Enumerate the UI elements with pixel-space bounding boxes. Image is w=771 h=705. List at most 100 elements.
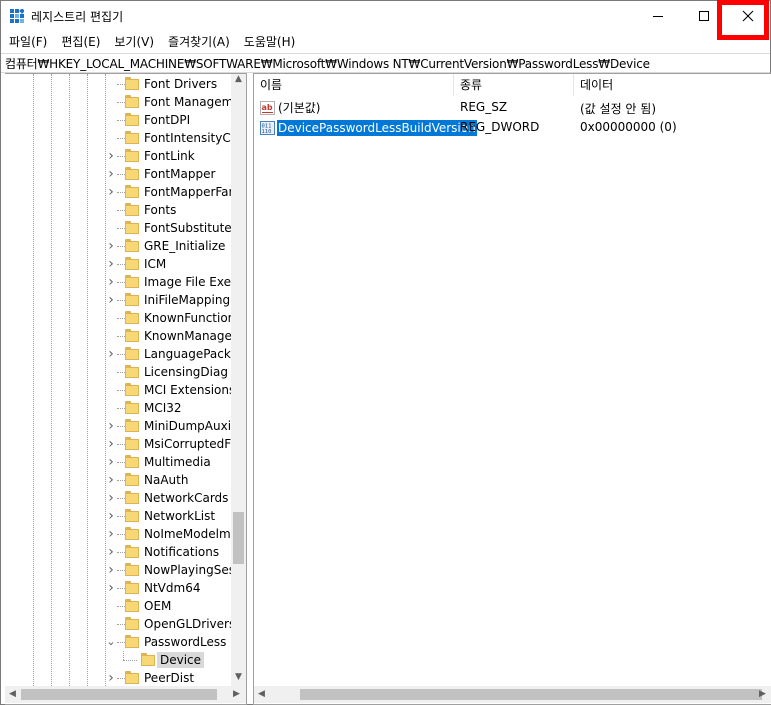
expand-chevron-icon[interactable]: › [105, 581, 117, 595]
address-path[interactable]: 컴퓨터₩HKEY_LOCAL_MACHINE₩SOFTWARE₩Microsof… [5, 55, 650, 72]
tree-item-label: OpenGLDrivers [144, 617, 231, 631]
expand-chevron-icon[interactable]: › [105, 293, 117, 307]
tree-item[interactable]: Device [5, 651, 231, 669]
folder-icon [125, 419, 139, 432]
expand-chevron-icon[interactable]: › [105, 527, 117, 541]
folder-icon [125, 275, 139, 288]
minimize-button[interactable] [635, 1, 681, 31]
tree-item-label: NoImeModelmes [144, 527, 231, 541]
scroll-right-arrow-icon[interactable]: ▶ [229, 689, 244, 699]
tree-vertical-scroll-thumb[interactable] [233, 512, 244, 564]
tree-item[interactable]: ⌄ PasswordLess [5, 633, 231, 651]
tree-item[interactable]: › PeerDist [5, 669, 231, 686]
expand-chevron-icon[interactable]: › [105, 275, 117, 289]
menu-edit[interactable]: 편집(E) [54, 32, 107, 52]
folder-icon [125, 113, 139, 126]
tree-item[interactable]: › NtVdm64 [5, 579, 231, 597]
tree-item[interactable]: › MiniDumpAuxilia [5, 417, 231, 435]
tree-item-label: MCI Extensions [144, 383, 231, 397]
expand-chevron-icon[interactable]: › [105, 167, 117, 181]
tree-item[interactable]: › Notifications [5, 543, 231, 561]
tree-item[interactable]: Font Drivers [5, 75, 231, 93]
tree-vertical-scrollbar[interactable]: ▲ ▼ [231, 74, 246, 686]
title-bar[interactable]: 레지스트리 편집기 [1, 0, 770, 40]
value-row-device-passwordless-build-version[interactable]: 011 110 DevicePasswordLessBuildVersion R… [254, 118, 771, 138]
expand-chevron-icon[interactable]: › [105, 437, 117, 451]
tree-item[interactable]: › FontLink [5, 147, 231, 165]
column-header-type[interactable]: 종류 [454, 74, 574, 96]
tree-item[interactable]: › IniFileMapping [5, 291, 231, 309]
tree-item[interactable]: OpenGLDrivers [5, 615, 231, 633]
tree-item[interactable]: › FontMapper [5, 165, 231, 183]
tree-horizontal-scroll-thumb[interactable] [21, 689, 217, 700]
tree-item[interactable]: › ICM [5, 255, 231, 273]
folder-icon [125, 491, 139, 504]
values-list-pane[interactable]: 이름 종류 데이터 ab (기본값) REG_SZ (값 설정 안 됨) 011… [253, 73, 771, 705]
tree-item[interactable]: › NowPlayingSessi [5, 561, 231, 579]
expand-chevron-icon[interactable]: › [105, 509, 117, 523]
values-horizontal-scroll-thumb[interactable] [300, 689, 762, 700]
tree-item[interactable]: › NetworkCards [5, 489, 231, 507]
tree-item[interactable]: › Image File Execu [5, 273, 231, 291]
tree-item[interactable]: FontSubstitutes [5, 219, 231, 237]
tree-item[interactable]: › NetworkList [5, 507, 231, 525]
tree-item[interactable]: OEM [5, 597, 231, 615]
key-tree-pane[interactable]: Font Drivers Font Managemen FontDPI FontInt… [5, 73, 247, 705]
tree-item[interactable]: › FontMapperFamil [5, 183, 231, 201]
scroll-up-arrow-icon[interactable]: ▲ [231, 74, 246, 84]
expand-chevron-icon[interactable]: › [105, 491, 117, 505]
menu-help[interactable]: 도움말(H) [237, 32, 303, 52]
key-tree[interactable]: Font Drivers Font Managemen FontDPI FontInt… [5, 74, 231, 686]
expand-chevron-icon[interactable]: › [105, 455, 117, 469]
expand-chevron-icon[interactable]: › [105, 563, 117, 577]
scroll-right-arrow-icon[interactable]: ▶ [755, 689, 770, 699]
tree-item[interactable]: › NoImeModelmes [5, 525, 231, 543]
expand-chevron-icon[interactable]: › [105, 473, 117, 487]
value-name-selected[interactable]: DevicePasswordLessBuildVersion [277, 120, 477, 136]
expand-chevron-icon[interactable]: › [105, 545, 117, 559]
tree-item[interactable]: KnownFunctionTa [5, 309, 231, 327]
expand-chevron-icon[interactable]: › [105, 257, 117, 271]
folder-icon [125, 149, 139, 162]
expand-chevron-icon[interactable]: › [105, 671, 117, 685]
tree-item-label-selected: Device [157, 652, 205, 668]
folder-icon [125, 77, 139, 90]
expand-chevron-icon[interactable]: › [105, 419, 117, 433]
tree-item[interactable]: Fonts [5, 201, 231, 219]
tree-item[interactable]: MCI Extensions [5, 381, 231, 399]
tree-item[interactable]: FontIntensityCorr [5, 129, 231, 147]
tree-item[interactable]: MCI32 [5, 399, 231, 417]
tree-item[interactable]: › MsiCorruptedFile [5, 435, 231, 453]
tree-item[interactable]: Font Managemen [5, 93, 231, 111]
value-row-default[interactable]: ab (기본값) REG_SZ (값 설정 안 됨) [254, 98, 771, 118]
expand-chevron-icon[interactable]: › [105, 185, 117, 199]
folder-icon [125, 581, 139, 594]
values-horizontal-scrollbar[interactable]: ◀ ▶ [254, 686, 771, 703]
collapse-chevron-icon[interactable]: ⌄ [105, 635, 117, 649]
tree-item-label: ICM [144, 257, 167, 271]
tree-connector-line [117, 624, 125, 625]
address-bar[interactable]: 컴퓨터₩HKEY_LOCAL_MACHINE₩SOFTWARE₩Microsof… [1, 53, 770, 73]
tree-item[interactable]: KnownManagedD [5, 327, 231, 345]
tree-horizontal-scrollbar[interactable]: ◀ ▶ [5, 686, 246, 703]
folder-icon [125, 329, 139, 342]
scroll-left-arrow-icon[interactable]: ◀ [254, 689, 269, 699]
tree-item[interactable]: › LanguagePack [5, 345, 231, 363]
tree-item[interactable]: LicensingDiag [5, 363, 231, 381]
menu-favorites[interactable]: 즐겨찾기(A) [161, 32, 237, 52]
tree-item[interactable]: FontDPI [5, 111, 231, 129]
registry-editor-window: 레지스트리 편집기 파일(F) 편집(E) 보기(V) 즐겨찾기(A) 도움말(… [0, 0, 771, 705]
expand-chevron-icon[interactable]: › [105, 239, 117, 253]
expand-chevron-icon[interactable]: › [105, 149, 117, 163]
menu-view[interactable]: 보기(V) [107, 32, 161, 52]
column-header-data[interactable]: 데이터 [574, 74, 771, 96]
column-header-name[interactable]: 이름 [254, 74, 454, 96]
tree-item[interactable]: › GRE_Initialize [5, 237, 231, 255]
tree-item[interactable]: › NaAuth [5, 471, 231, 489]
tree-item[interactable]: › Multimedia [5, 453, 231, 471]
scroll-left-arrow-icon[interactable]: ◀ [5, 689, 20, 699]
scroll-down-arrow-icon[interactable]: ▼ [231, 672, 246, 682]
expand-chevron-icon[interactable]: › [105, 347, 117, 361]
menu-file[interactable]: 파일(F) [1, 32, 54, 52]
tree-connector-line [123, 660, 137, 661]
